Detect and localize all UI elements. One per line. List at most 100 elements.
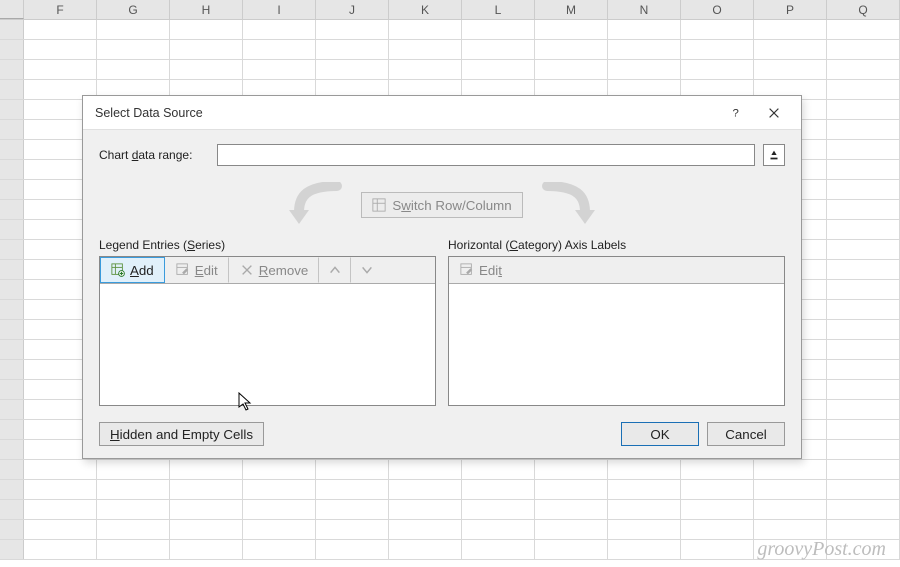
- cell[interactable]: [24, 20, 97, 39]
- column-header[interactable]: F: [24, 0, 97, 19]
- row-header[interactable]: [0, 280, 24, 299]
- cell[interactable]: [608, 20, 681, 39]
- cell[interactable]: [827, 280, 900, 299]
- cell[interactable]: [97, 540, 170, 559]
- cell[interactable]: [170, 40, 243, 59]
- column-header[interactable]: J: [316, 0, 389, 19]
- cell[interactable]: [243, 520, 316, 539]
- cell[interactable]: [827, 520, 900, 539]
- cell[interactable]: [535, 20, 608, 39]
- cell[interactable]: [608, 480, 681, 499]
- column-header[interactable]: H: [170, 0, 243, 19]
- row-header[interactable]: [0, 260, 24, 279]
- edit-series-button[interactable]: Edit: [165, 257, 229, 283]
- cell[interactable]: [462, 40, 535, 59]
- cell[interactable]: [827, 300, 900, 319]
- cell[interactable]: [535, 520, 608, 539]
- cell[interactable]: [827, 260, 900, 279]
- cell[interactable]: [170, 500, 243, 519]
- cell[interactable]: [97, 480, 170, 499]
- cell[interactable]: [462, 520, 535, 539]
- cell[interactable]: [170, 20, 243, 39]
- legend-entries-list[interactable]: [100, 284, 435, 405]
- column-header[interactable]: P: [754, 0, 827, 19]
- cell[interactable]: [316, 60, 389, 79]
- cell[interactable]: [97, 500, 170, 519]
- cell[interactable]: [97, 60, 170, 79]
- hidden-empty-cells-button[interactable]: Hidden and Empty Cells: [99, 422, 264, 446]
- cell[interactable]: [827, 440, 900, 459]
- cell[interactable]: [316, 520, 389, 539]
- cell[interactable]: [462, 480, 535, 499]
- row-header[interactable]: [0, 160, 24, 179]
- row-header[interactable]: [0, 60, 24, 79]
- cell[interactable]: [389, 460, 462, 479]
- cell[interactable]: [389, 520, 462, 539]
- cell[interactable]: [170, 460, 243, 479]
- cell[interactable]: [535, 540, 608, 559]
- cell[interactable]: [827, 540, 900, 559]
- cell[interactable]: [754, 60, 827, 79]
- cell[interactable]: [389, 40, 462, 59]
- cell[interactable]: [608, 40, 681, 59]
- cell[interactable]: [24, 520, 97, 539]
- cell[interactable]: [754, 20, 827, 39]
- cell[interactable]: [681, 500, 754, 519]
- row-header[interactable]: [0, 380, 24, 399]
- cell[interactable]: [243, 460, 316, 479]
- cell[interactable]: [608, 60, 681, 79]
- cell[interactable]: [389, 480, 462, 499]
- column-header[interactable]: L: [462, 0, 535, 19]
- move-down-button[interactable]: [351, 257, 382, 283]
- cell[interactable]: [681, 460, 754, 479]
- row-header[interactable]: [0, 520, 24, 539]
- cell[interactable]: [608, 500, 681, 519]
- cell[interactable]: [97, 520, 170, 539]
- row-header[interactable]: [0, 480, 24, 499]
- column-header[interactable]: M: [535, 0, 608, 19]
- column-header[interactable]: G: [97, 0, 170, 19]
- cell[interactable]: [316, 20, 389, 39]
- cell[interactable]: [24, 460, 97, 479]
- row-header[interactable]: [0, 540, 24, 559]
- cell[interactable]: [535, 480, 608, 499]
- cancel-button[interactable]: Cancel: [707, 422, 785, 446]
- cell[interactable]: [827, 60, 900, 79]
- row-header[interactable]: [0, 140, 24, 159]
- cell[interactable]: [462, 500, 535, 519]
- row-header[interactable]: [0, 80, 24, 99]
- cell[interactable]: [535, 500, 608, 519]
- cell[interactable]: [681, 20, 754, 39]
- collapse-dialog-button[interactable]: [763, 144, 785, 166]
- row-header[interactable]: [0, 420, 24, 439]
- row-header[interactable]: [0, 220, 24, 239]
- row-header[interactable]: [0, 340, 24, 359]
- cell[interactable]: [389, 20, 462, 39]
- cell[interactable]: [243, 40, 316, 59]
- cell[interactable]: [827, 200, 900, 219]
- close-button[interactable]: [755, 99, 793, 127]
- cell[interactable]: [827, 220, 900, 239]
- remove-series-button[interactable]: Remove: [229, 257, 320, 283]
- column-header[interactable]: I: [243, 0, 316, 19]
- row-header[interactable]: [0, 320, 24, 339]
- help-button[interactable]: ?: [717, 99, 755, 127]
- cell[interactable]: [170, 60, 243, 79]
- cell[interactable]: [681, 540, 754, 559]
- cell[interactable]: [243, 540, 316, 559]
- cell[interactable]: [827, 40, 900, 59]
- cell[interactable]: [316, 40, 389, 59]
- column-header[interactable]: K: [389, 0, 462, 19]
- cell[interactable]: [24, 480, 97, 499]
- row-header[interactable]: [0, 240, 24, 259]
- cell[interactable]: [827, 380, 900, 399]
- cell[interactable]: [243, 480, 316, 499]
- cell[interactable]: [24, 60, 97, 79]
- row-header[interactable]: [0, 460, 24, 479]
- cell[interactable]: [389, 500, 462, 519]
- axis-labels-list[interactable]: [449, 284, 784, 405]
- cell[interactable]: [462, 460, 535, 479]
- column-header[interactable]: Q: [827, 0, 900, 19]
- cell[interactable]: [827, 160, 900, 179]
- cell[interactable]: [754, 520, 827, 539]
